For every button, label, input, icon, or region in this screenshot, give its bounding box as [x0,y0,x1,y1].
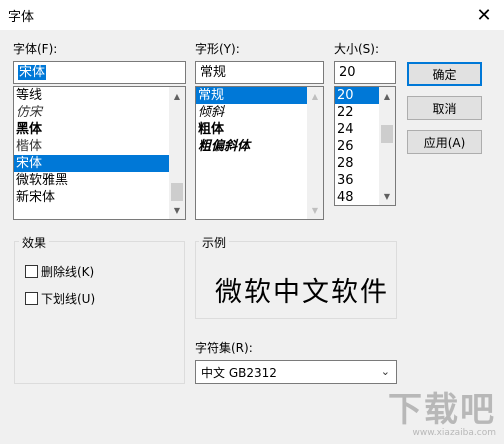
font-item-dengxian[interactable]: 等线 [14,87,185,104]
underline-checkbox[interactable] [25,292,38,305]
scroll-down-icon[interactable]: ▼ [307,202,323,218]
font-item-weiruanyahei[interactable]: 微软雅黑 [14,172,185,189]
style-label: 字形(Y): [195,42,240,56]
scroll-down-icon[interactable]: ▼ [379,188,395,204]
charset-label: 字符集(R): [195,341,253,355]
strikeout-checkbox[interactable] [25,265,38,278]
size-list[interactable]: 20 22 24 26 28 36 48 ▲ ▼ [334,86,396,206]
font-item-xinsongti[interactable]: 新宋体 [14,189,185,206]
font-name-input[interactable]: 宋体 [13,61,186,84]
scroll-down-icon[interactable]: ▼ [169,202,185,218]
font-style-input[interactable]: 常规 [195,61,324,84]
style-item-bold[interactable]: 粗体 [196,121,323,138]
scroll-thumb[interactable] [381,125,393,143]
charset-select[interactable]: 中文 GB2312 ⌄ [195,360,397,384]
size-item-20[interactable]: 20 [335,87,379,104]
style-item-regular[interactable]: 常规 [196,87,307,104]
scroll-up-icon[interactable]: ▲ [169,88,185,104]
scroll-thumb[interactable] [171,183,183,201]
chevron-down-icon: ⌄ [380,365,390,378]
style-item-bold-italic[interactable]: 粗偏斜体 [196,138,323,155]
effects-group [14,241,185,384]
style-list-scrollbar[interactable]: ▲ ▼ [307,87,323,219]
title-bar [0,0,504,30]
charset-value: 中文 GB2312 [201,366,277,380]
font-style-value: 常规 [200,65,227,80]
scroll-up-icon[interactable]: ▲ [307,88,323,104]
font-label: 字体(F): [13,42,58,56]
watermark-logo: 下载吧 www.xiazaiba.com [388,392,496,438]
style-item-italic[interactable]: 倾斜 [196,104,323,121]
font-name-value: 宋体 [18,65,47,80]
cancel-button[interactable]: 取消 [407,96,482,120]
ok-button[interactable]: 确定 [407,62,482,86]
scroll-up-icon[interactable]: ▲ [379,88,395,104]
watermark-text: 下载吧 [388,390,496,430]
sample-title: 示例 [199,234,230,251]
effects-title: 效果 [19,234,50,251]
font-list-scrollbar[interactable]: ▲ ▼ [169,87,185,219]
size-list-scrollbar[interactable]: ▲ ▼ [379,87,395,205]
apply-button[interactable]: 应用(A) [407,130,482,154]
sample-preview-text: 微软中文软件 [215,277,389,308]
font-size-input[interactable]: 20 [334,61,396,84]
window-title: 字体 [8,10,35,25]
font-item-fangsong[interactable]: 仿宋 [14,104,185,121]
strikeout-label[interactable]: 删除线(K) [41,263,94,280]
size-label: 大小(S): [334,42,380,56]
underline-label[interactable]: 下划线(U) [41,290,95,307]
font-item-songti[interactable]: 宋体 [14,155,185,172]
font-item-heiti[interactable]: 黑体 [14,121,185,138]
font-list[interactable]: 等线 仿宋 黑体 楷体 宋体 微软雅黑 新宋体 ▲ ▼ [13,86,186,220]
close-icon[interactable]: ✕ [470,2,498,28]
style-list[interactable]: 常规 倾斜 粗体 粗偏斜体 ▲ ▼ [195,86,324,220]
font-item-kaiti[interactable]: 楷体 [14,138,185,155]
font-size-value: 20 [339,65,356,80]
